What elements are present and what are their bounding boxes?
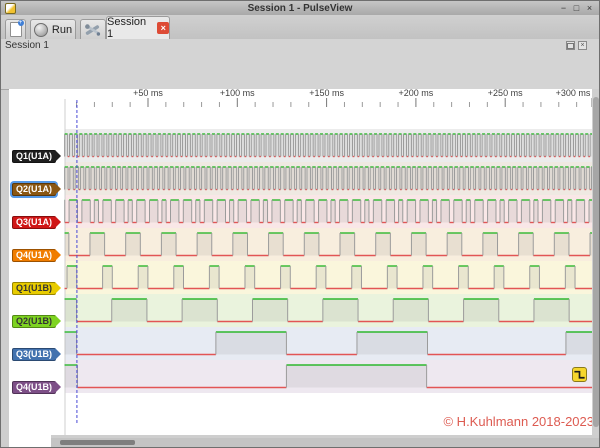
- svg-text:+300 ms: +300 ms: [556, 88, 591, 98]
- trace-canvas: +50 ms +100 ms +150 ms +200 ms +250 ms +300 m…: [1, 1, 600, 448]
- channel-flag-q3u1a[interactable]: Q3(U1A): [12, 216, 56, 229]
- channel-flag-q4u1a[interactable]: Q4(U1A): [12, 249, 56, 262]
- horizontal-scroll-thumb[interactable]: [60, 440, 135, 445]
- minimize-button[interactable]: −: [557, 3, 570, 13]
- watermark: © H.Kuhlmann 2018-2023: [443, 414, 594, 429]
- scroll-corner: [9, 435, 51, 448]
- close-button[interactable]: ×: [583, 3, 596, 13]
- pulseview-window: Session 1 - PulseView − □ × + Run Se: [0, 0, 600, 448]
- channel-flag-q2u1a[interactable]: Q2(U1A): [12, 183, 56, 196]
- svg-text:+200 ms: +200 ms: [399, 88, 434, 98]
- trigger-marker[interactable]: [572, 367, 587, 382]
- maximize-button[interactable]: □: [570, 3, 583, 13]
- horizontal-scrollbar[interactable]: [51, 438, 600, 448]
- channel-flag-q4u1b[interactable]: Q4(U1B): [12, 381, 56, 394]
- channel-flag-q1u1b[interactable]: Q1(U1B): [12, 282, 56, 295]
- svg-text:+250 ms: +250 ms: [488, 88, 523, 98]
- channel-flag-q1u1a[interactable]: Q1(U1A): [12, 150, 56, 163]
- svg-text:+150 ms: +150 ms: [309, 88, 344, 98]
- vertical-scroll-thumb[interactable]: [593, 97, 599, 427]
- falling-edge-icon: [573, 368, 586, 381]
- svg-text:+100 ms: +100 ms: [220, 88, 255, 98]
- channel-flag-q3u1b[interactable]: Q3(U1B): [12, 348, 56, 361]
- svg-text:+50 ms: +50 ms: [133, 88, 163, 98]
- vertical-scrollbar[interactable]: [592, 89, 600, 435]
- channel-flag-q2u1b[interactable]: Q2(U1B): [12, 315, 56, 328]
